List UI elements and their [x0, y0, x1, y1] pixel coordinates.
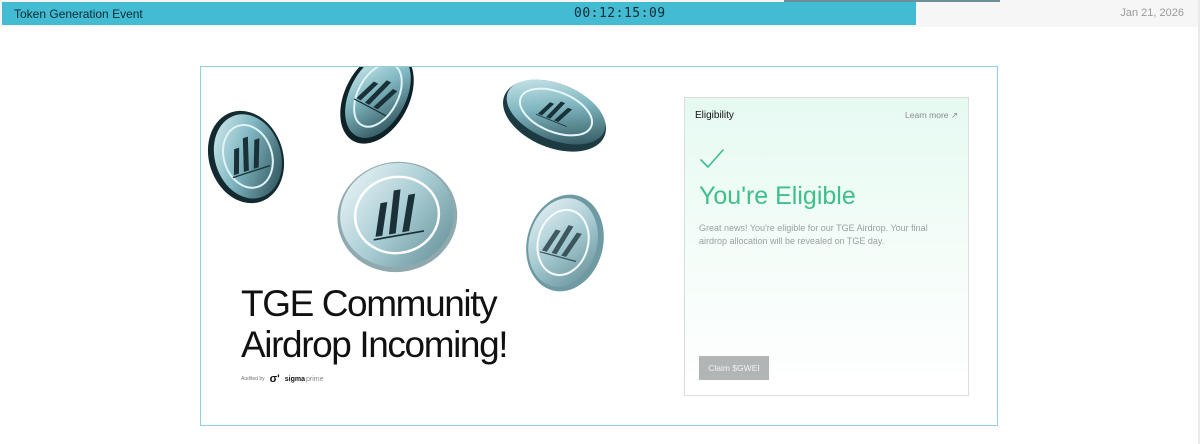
coin-icon [503, 79, 606, 152]
coin-icon [207, 110, 285, 204]
coin-icon [340, 67, 414, 144]
top-bar: Token Generation Event 00:12:15:09 Jan 2… [0, 0, 1200, 27]
coin-icon [526, 194, 604, 292]
auditor-name-suffix: prime [306, 375, 324, 383]
auditor-name: sigma [284, 375, 306, 383]
countdown-timer: 00:12:15:09 [574, 6, 666, 21]
audit-badge: Audited by σ' sigma prime [241, 373, 324, 385]
claim-button[interactable]: Claim $GWEI [699, 356, 769, 380]
background-image-strip [784, 0, 1000, 2]
current-date: Jan 21, 2026 [1120, 7, 1184, 19]
eligibility-status: You're Eligible [699, 182, 856, 210]
eligibility-panel: Eligibility Learn more ↗ You're Eligible… [684, 97, 969, 396]
event-banner: Token Generation Event 00:12:15:09 [2, 2, 916, 25]
headline-line-1: TGE Community [241, 283, 498, 324]
eligibility-title: Eligibility [695, 110, 734, 121]
audited-label: Audited by [241, 376, 265, 382]
page-title: TGE Community Airdrop Incoming! [241, 283, 509, 365]
headline-line-2: Airdrop Incoming! [241, 324, 509, 365]
eligibility-description: Great news! You're eligible for our TGE … [699, 223, 928, 246]
airdrop-card: TGE Community Airdrop Incoming! Audited … [200, 66, 998, 426]
event-title: Token Generation Event [14, 7, 143, 21]
auditor-logo-icon: σ' [269, 373, 280, 385]
check-icon [700, 149, 724, 168]
coin-icon [337, 161, 458, 273]
learn-more-link[interactable]: Learn more ↗ [905, 110, 958, 121]
